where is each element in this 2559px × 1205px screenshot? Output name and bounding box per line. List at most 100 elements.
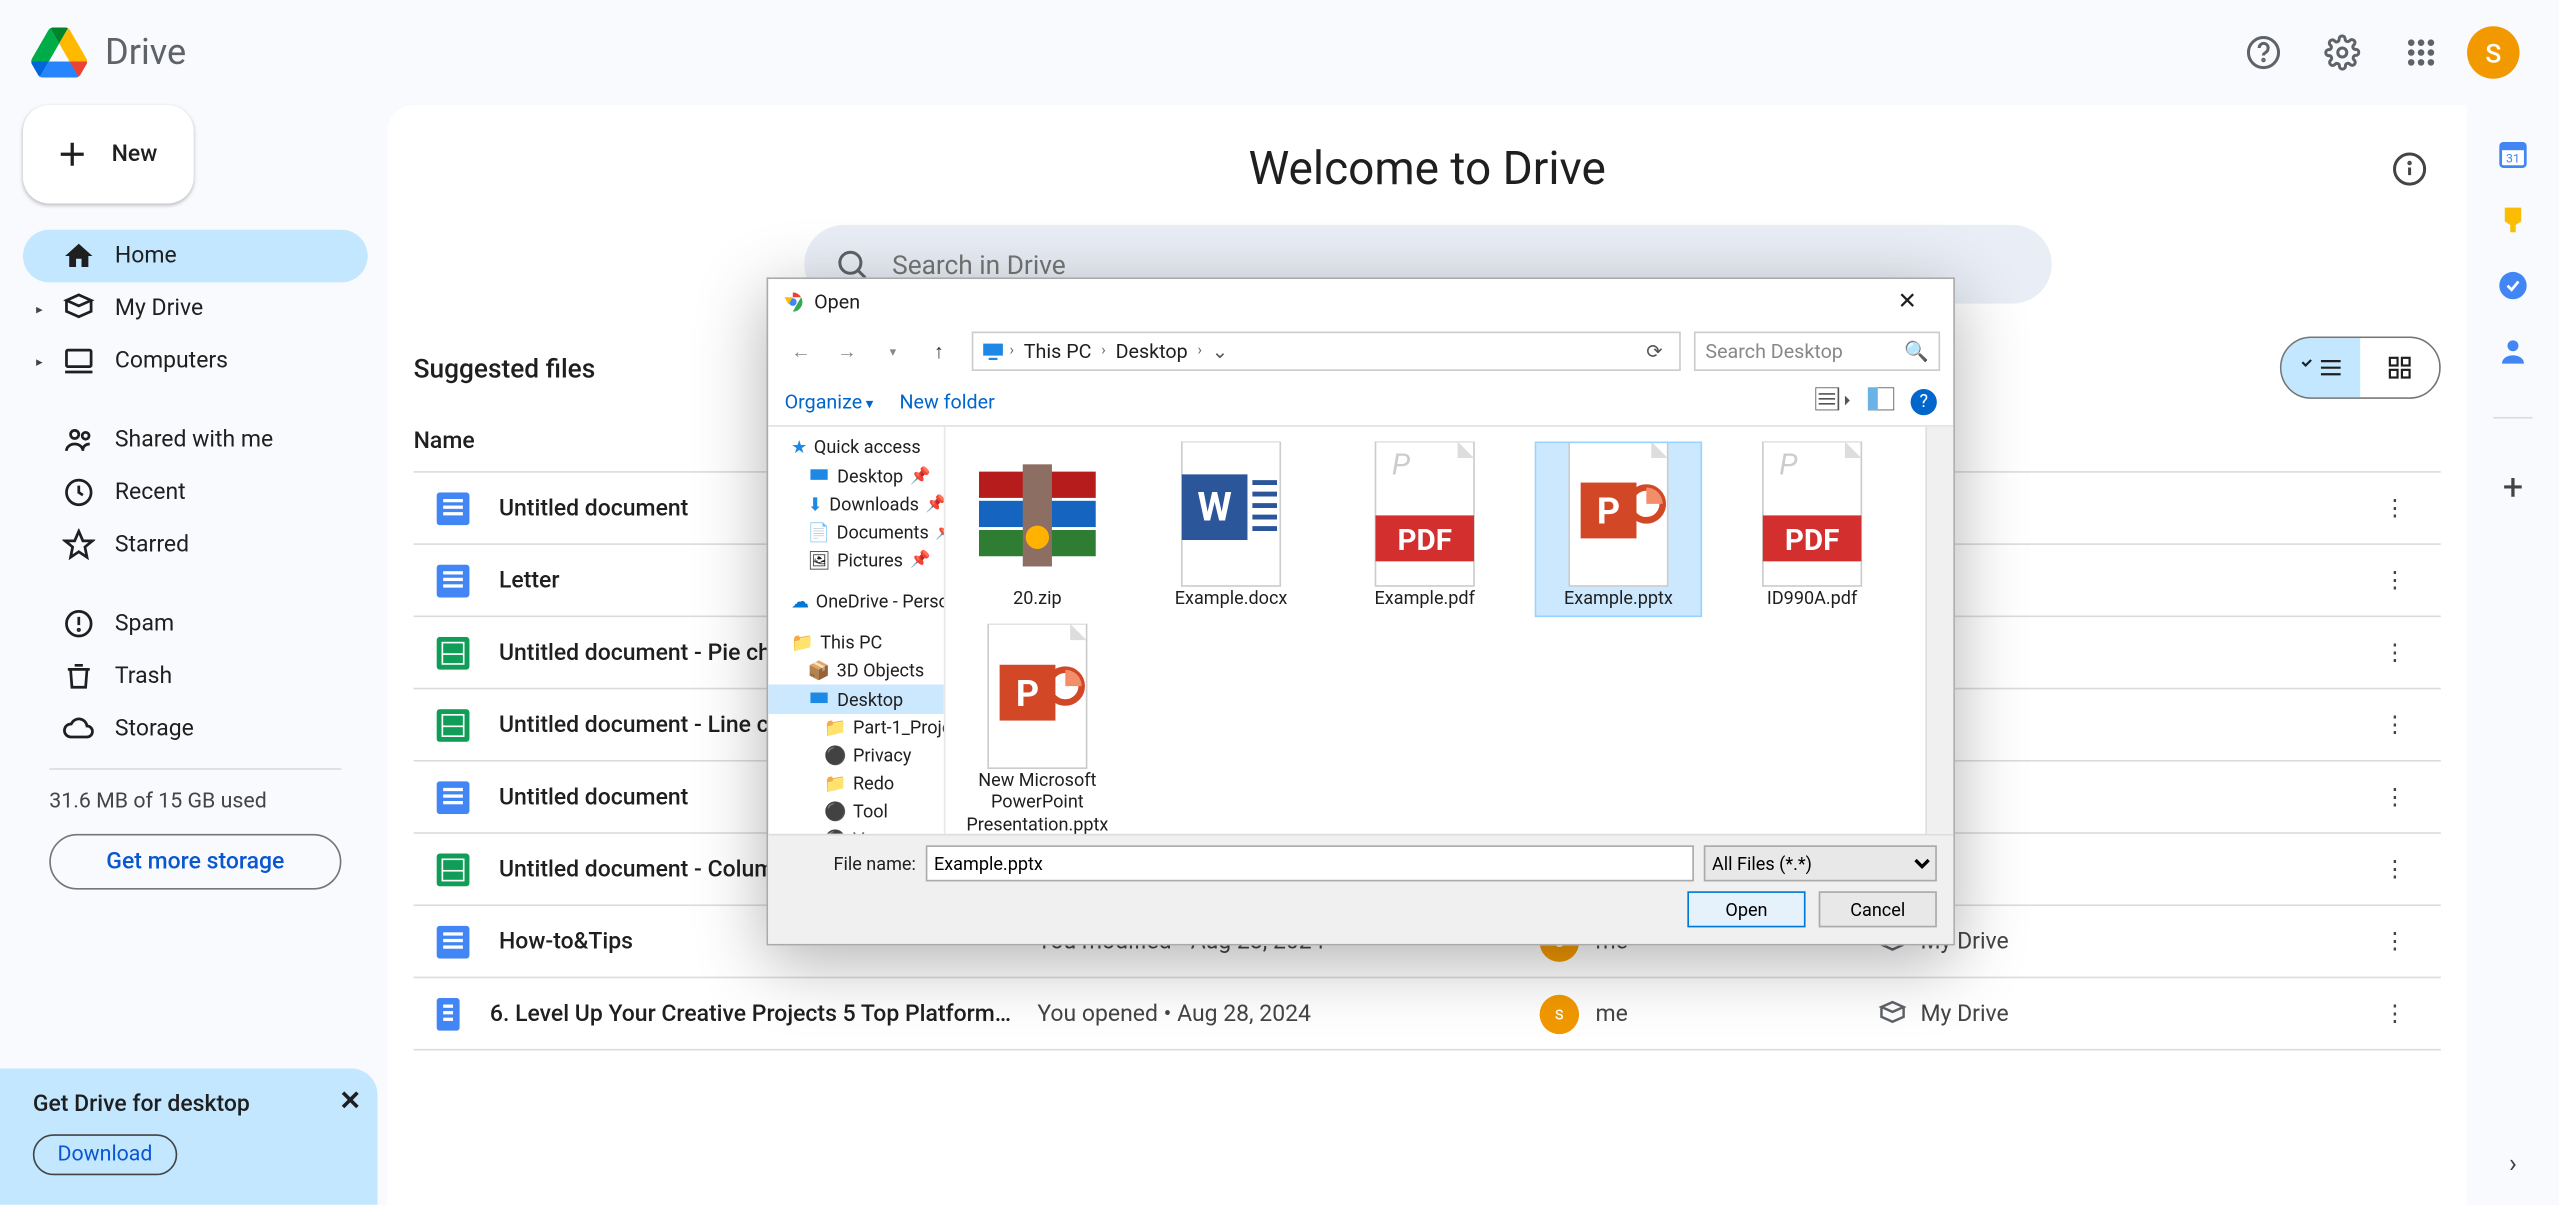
hide-panel-icon[interactable]: › [2509, 1147, 2517, 1178]
file-reason: You opened • Aug 28, 2024 [1037, 1000, 1513, 1026]
dialog-file-name: Example.pdf [1375, 588, 1475, 610]
tree-3d[interactable]: 📦3D Objects [768, 657, 944, 685]
tree-desktop[interactable]: Desktop📌 [768, 461, 944, 491]
logo-area[interactable]: Drive [26, 20, 387, 86]
tree-downloads[interactable]: ⬇Downloads📌 [768, 491, 944, 519]
tree-desktop-pc[interactable]: Desktop [768, 684, 944, 714]
grid-view-button[interactable] [2360, 338, 2439, 397]
breadcrumb-dropdown-icon[interactable]: ⌄ [1205, 340, 1235, 363]
home-icon [62, 240, 95, 273]
new-button[interactable]: New [23, 105, 193, 203]
nav-up-icon[interactable]: ↑ [919, 332, 958, 371]
more-actions-icon[interactable]: ⋮ [2369, 843, 2422, 896]
tree-redo[interactable]: 📁Redo [768, 770, 944, 798]
file-filter-select[interactable]: All Files (*.*) [1704, 845, 1937, 881]
pptx-file-icon: P [1553, 450, 1684, 581]
more-actions-icon[interactable]: ⋮ [2369, 771, 2422, 824]
tree-onedrive[interactable]: ☁OneDrive - Person [768, 588, 944, 616]
promo-close-icon[interactable]: ✕ [339, 1085, 361, 1116]
dialog-file-item[interactable]: 20.zip [955, 443, 1119, 616]
file-name: How-to&Tips [499, 928, 633, 954]
more-actions-icon[interactable]: ⋮ [2369, 698, 2422, 751]
svg-text:P: P [1779, 448, 1798, 482]
file-name: 6. Level Up Your Creative Projects 5 Top… [490, 1000, 1011, 1026]
welcome-heading: Welcome to Drive [387, 105, 2467, 225]
preview-pane-icon[interactable] [1868, 387, 1894, 415]
more-actions-icon[interactable]: ⋮ [2369, 626, 2422, 679]
expand-triangle-icon[interactable]: ▸ [36, 354, 43, 369]
tree-pictures[interactable]: 🖼Pictures📌 [768, 547, 944, 575]
filename-input[interactable] [926, 845, 1694, 881]
tasks-icon[interactable] [2497, 269, 2530, 302]
svg-text:PDF: PDF [1785, 524, 1839, 558]
help-icon[interactable] [2231, 20, 2297, 86]
dialog-file-item[interactable]: PPDFExample.pdf [1343, 443, 1507, 616]
more-actions-icon[interactable]: ⋮ [2369, 987, 2422, 1040]
file-owner: sme [1540, 994, 1852, 1033]
svg-text:P: P [1016, 672, 1039, 715]
nav-recent-icon[interactable]: ▾ [873, 332, 912, 371]
more-actions-icon[interactable]: ⋮ [2369, 915, 2422, 968]
promo-download-button[interactable]: Download [33, 1134, 177, 1175]
new-folder-button[interactable]: New folder [899, 390, 994, 413]
search-input[interactable] [892, 249, 2021, 280]
settings-gear-icon[interactable] [2309, 20, 2375, 86]
open-button[interactable]: Open [1687, 891, 1805, 927]
dialog-file-item[interactable]: P New Microsoft PowerPoint Presentation.p… [955, 626, 1119, 834]
nav-home[interactable]: Home [23, 230, 368, 283]
organize-menu[interactable]: Organize [785, 390, 874, 413]
dialog-file-name: New Microsoft PowerPoint Presentation.pp… [962, 770, 1113, 834]
dialog-titlebar[interactable]: Open ✕ [768, 279, 1953, 325]
refresh-icon[interactable]: ⟳ [1636, 340, 1672, 363]
nav-computers[interactable]: ▸ Computers [23, 335, 368, 388]
dialog-file-item[interactable]: WExample.docx [1149, 443, 1313, 616]
account-avatar[interactable]: S [2467, 26, 2520, 79]
folder-icon [1878, 999, 1908, 1029]
view-mode-icon[interactable] [1815, 387, 1851, 415]
sheets-icon [437, 853, 470, 886]
nav-recent[interactable]: Recent [23, 466, 368, 519]
nav-shared[interactable]: Shared with me [23, 414, 368, 467]
trash-icon [62, 660, 95, 693]
tree-v[interactable]: ⚫V [768, 826, 944, 834]
search-icon: 🔍 [1904, 340, 1929, 363]
tree-quick-access[interactable]: ★Quick access [768, 433, 944, 461]
keep-icon[interactable] [2497, 204, 2530, 237]
dialog-file-item[interactable]: PExample.pptx [1536, 443, 1700, 616]
contacts-icon[interactable] [2497, 335, 2530, 368]
dialog-file-item[interactable]: PPDFID990A.pdf [1730, 443, 1894, 616]
tree-documents[interactable]: 📄Documents📌 [768, 519, 944, 547]
more-actions-icon[interactable]: ⋮ [2369, 482, 2422, 535]
nav-back-icon[interactable]: ← [781, 332, 820, 371]
nav-trash[interactable]: Trash [23, 650, 368, 703]
docs-icon [437, 492, 470, 525]
breadcrumb-bar[interactable]: › This PC › Desktop › ⌄ ⟳ [972, 332, 1681, 371]
nav-spam[interactable]: Spam [23, 597, 368, 650]
file-location[interactable]: My Drive [1878, 999, 2141, 1029]
file-grid[interactable]: 20.zipWExample.docxPPDFExample.pdfPExamp… [945, 427, 1953, 834]
expand-triangle-icon[interactable]: ▸ [36, 301, 43, 316]
get-more-storage-button[interactable]: Get more storage [49, 834, 341, 890]
dialog-search[interactable]: Search Desktop 🔍 [1694, 332, 1940, 371]
tree-tool[interactable]: ⚫Tool [768, 798, 944, 826]
cancel-button[interactable]: Cancel [1819, 891, 1937, 927]
dialog-file-name: Example.docx [1175, 588, 1288, 610]
file-row[interactable]: 6. Level Up Your Creative Projects 5 Top… [414, 978, 2441, 1050]
folder-tree: ★Quick access Desktop📌 ⬇Downloads📌 📄Docu… [768, 427, 945, 834]
get-addons-icon[interactable]: + [2503, 468, 2523, 509]
dialog-close-button[interactable]: ✕ [1874, 279, 1940, 325]
help-icon[interactable]: ? [1911, 388, 1937, 414]
nav-storage[interactable]: Storage [23, 703, 368, 756]
nav-starred[interactable]: Starred [23, 519, 368, 572]
more-actions-icon[interactable]: ⋮ [2369, 554, 2422, 607]
apps-grid-icon[interactable] [2388, 20, 2454, 86]
info-icon[interactable] [2392, 144, 2428, 198]
side-panel: 31 + › [2467, 105, 2559, 1205]
tree-part1[interactable]: 📁Part-1_Project-I [768, 714, 944, 742]
calendar-icon[interactable]: 31 [2497, 138, 2530, 171]
tree-this-pc[interactable]: 📁This PC [768, 629, 944, 657]
tree-privacy[interactable]: ⚫Privacy [768, 742, 944, 770]
file-name: Untitled document - Line c… [499, 712, 785, 738]
list-view-button[interactable] [2282, 338, 2361, 397]
nav-my-drive[interactable]: ▸ My Drive [23, 282, 368, 335]
